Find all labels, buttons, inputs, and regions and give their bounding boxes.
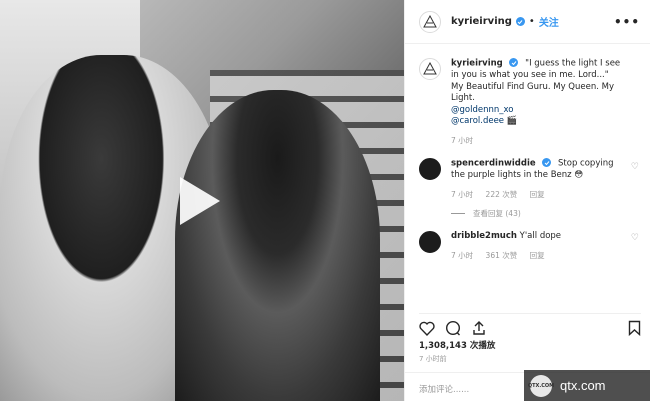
verified-icon [542,158,552,167]
post-time: 7 小时前 [419,355,447,363]
avatar[interactable] [419,10,441,33]
mention-link[interactable]: @goldennn_xo [451,105,621,117]
verified-icon [509,58,519,67]
separator-dot: • [528,16,535,27]
view-count[interactable]: 1,308,143 次播放 [419,339,495,351]
view-replies-label[interactable]: 查看回复 (43) [473,208,521,219]
bookmark-icon[interactable] [628,320,641,340]
comment-text: Y'all dope [519,231,562,241]
comment-username[interactable]: dribble2much [451,231,517,241]
share-icon[interactable] [471,320,487,340]
reply-button[interactable]: 回复 [530,251,545,260]
instagram-logo-icon [423,62,437,75]
avatar[interactable] [419,231,441,253]
follow-button[interactable]: 关注 [539,14,559,29]
instagram-logo-icon [423,14,437,27]
avatar[interactable] [419,158,441,180]
comments-list: kyrieirving "I guess the light I see in … [419,58,641,261]
action-bar [419,313,641,337]
header-username[interactable]: kyrieirving [451,16,512,27]
clapper-icon: 🎬 [506,116,518,126]
comment-icon[interactable] [445,320,461,340]
video-player[interactable] [0,0,404,401]
flushed-emoji: 😳 [574,170,584,180]
list-item: dribble2much Y'all dope 7 小时 361 次赞 回复 ♡ [419,231,641,261]
play-icon[interactable] [180,177,220,225]
view-replies-button[interactable]: 查看回复 (43) [451,208,641,219]
comment-time: 7 小时 [451,250,474,260]
divider [451,213,465,214]
person-right [175,90,380,401]
mention-link[interactable]: @carol.deee 🎬 [451,116,621,128]
avatar[interactable] [419,58,441,80]
watermark-logo: QTX.COM [528,374,554,397]
verified-icon [515,17,525,26]
reply-button[interactable]: 回复 [530,190,545,199]
comment-username[interactable]: spencerdinwiddie [451,159,536,169]
heart-icon[interactable]: ♡ [631,162,639,172]
list-item: spencerdinwiddie Stop copying the purple… [419,158,641,200]
post-header: kyrieirving • 关注 ••• [405,0,650,44]
comment-username[interactable]: kyrieirving [451,59,503,69]
comment-likes[interactable]: 361 次赞 [486,251,518,260]
caption: kyrieirving "I guess the light I see in … [419,58,641,146]
heart-icon[interactable] [419,321,435,340]
heart-icon[interactable]: ♡ [631,233,639,243]
watermark: QTX.COM qtx.com [524,370,650,401]
more-options-icon[interactable]: ••• [614,15,640,29]
post-panel: kyrieirving • 关注 ••• kyrieirving "I gues… [404,0,650,401]
comment-likes[interactable]: 222 次赞 [486,190,518,199]
comment-time: 7 小时 [451,189,474,199]
watermark-text: qtx.com [560,378,606,393]
comment-time: 7 小时 [451,135,474,145]
